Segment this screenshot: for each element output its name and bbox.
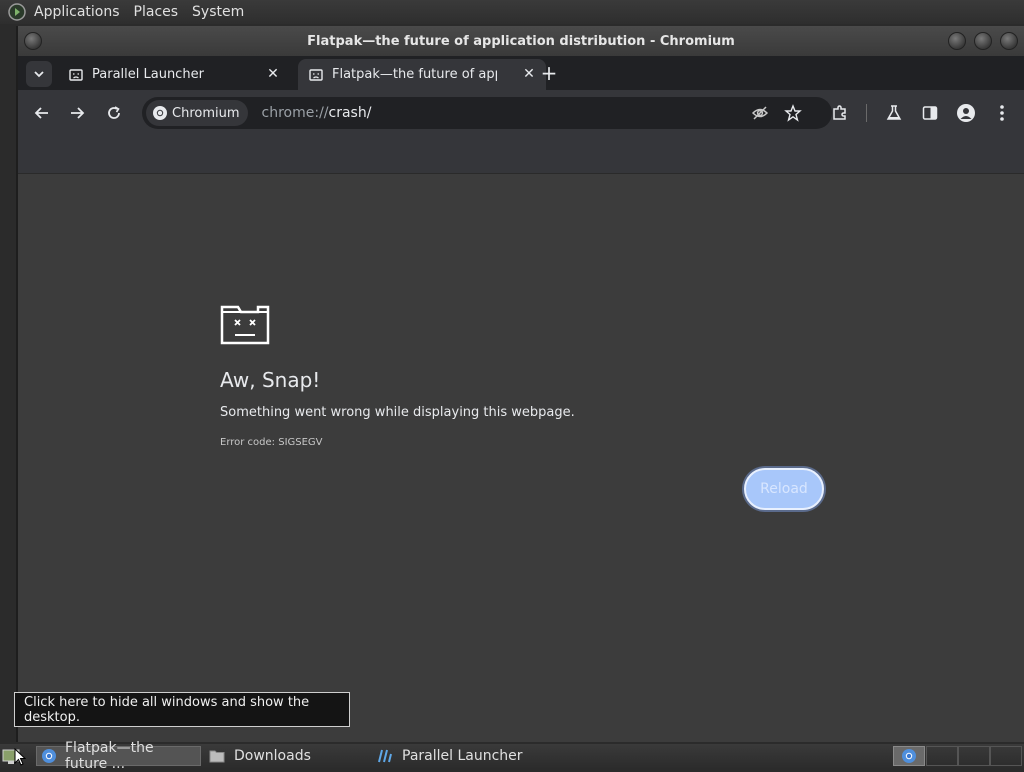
system-logo-icon[interactable] xyxy=(6,1,28,23)
menu-applications[interactable]: Applications xyxy=(34,4,120,20)
error-message: Something went wrong while displaying th… xyxy=(220,405,575,420)
reload-button[interactable]: Reload xyxy=(744,468,824,510)
workspace-switcher[interactable] xyxy=(893,746,925,766)
eye-off-icon xyxy=(751,106,769,120)
maximize-button[interactable] xyxy=(974,32,992,50)
tab-search-button[interactable] xyxy=(26,61,52,87)
taskbar-item-label: Parallel Launcher xyxy=(402,748,523,764)
url-host: crash/ xyxy=(328,105,372,121)
back-button[interactable] xyxy=(30,101,54,125)
side-panel-icon xyxy=(922,106,938,120)
menu-system[interactable]: System xyxy=(192,4,244,20)
tab-parallel-launcher[interactable]: Parallel Launcher ✕ xyxy=(58,59,290,90)
chevron-down-icon xyxy=(34,71,44,78)
chromium-icon xyxy=(902,749,916,763)
page-content: Aw, Snap! Something went wrong while dis… xyxy=(18,175,1024,742)
chromium-icon xyxy=(41,748,57,764)
bookmarks-bar xyxy=(18,136,1024,174)
refresh-icon xyxy=(108,106,120,119)
url-scheme: chrome:// xyxy=(261,105,329,121)
tab-flatpak[interactable]: Flatpak—the future of applic ✕ xyxy=(298,59,546,90)
taskbar-item-label: Downloads xyxy=(234,748,311,764)
menu-places[interactable]: Places xyxy=(134,4,179,20)
labs-button[interactable] xyxy=(882,101,906,125)
bookmark-button[interactable] xyxy=(781,101,805,125)
flask-icon xyxy=(886,105,902,120)
reload-toolbar-button[interactable] xyxy=(102,101,126,125)
window-menu-button[interactable] xyxy=(24,32,42,50)
tab-close-icon[interactable]: ✕ xyxy=(520,65,538,83)
mouse-cursor-icon xyxy=(14,747,27,770)
taskbar-item-parallel-launcher[interactable]: Parallel Launcher xyxy=(372,746,552,766)
sad-tab-icon xyxy=(68,67,84,83)
more-vertical-icon xyxy=(1000,105,1004,121)
arrow-right-icon xyxy=(71,107,85,119)
workspace-3[interactable] xyxy=(958,746,990,766)
parallel-launcher-icon xyxy=(376,748,394,764)
toolbar: Chromium chrome://crash/ xyxy=(18,90,1024,136)
tab-close-icon[interactable]: ✕ xyxy=(264,65,282,83)
site-info-chip[interactable]: Chromium xyxy=(146,100,248,126)
tab-strip: Parallel Launcher ✕ Flatpak—the future o… xyxy=(18,56,1024,90)
star-icon xyxy=(784,104,802,122)
titlebar[interactable]: Flatpak—the future of application distri… xyxy=(18,26,1024,56)
taskbar-item-flatpak[interactable]: Flatpak—the future ... xyxy=(36,740,201,772)
arrow-left-icon xyxy=(34,107,48,119)
puzzle-icon xyxy=(833,105,846,120)
profile-icon xyxy=(957,104,975,122)
site-chip-label: Chromium xyxy=(172,105,240,121)
extensions-button[interactable] xyxy=(828,101,852,125)
bottom-panel: Flatpak—the future ... Downloads Paralle… xyxy=(0,740,1024,772)
sad-tab-icon xyxy=(308,67,324,83)
url-text[interactable]: chrome://crash/ xyxy=(262,105,372,121)
toolbar-divider xyxy=(866,104,867,122)
chromium-icon xyxy=(153,106,167,120)
browser-window: Flatpak—the future of application distri… xyxy=(16,26,1024,742)
taskbar-item-downloads[interactable]: Downloads xyxy=(204,746,364,766)
top-panel: Applications Places System xyxy=(0,0,1024,24)
tracking-protection-button[interactable] xyxy=(748,101,772,125)
side-panel-button[interactable] xyxy=(918,101,942,125)
window-title: Flatpak—the future of application distri… xyxy=(307,33,735,49)
tab-label: Parallel Launcher xyxy=(92,67,204,82)
new-tab-button[interactable]: + xyxy=(538,61,560,85)
taskbar-item-label: Flatpak—the future ... xyxy=(65,740,154,772)
tab-label: Flatpak—the future of applic xyxy=(332,67,497,82)
show-desktop-tooltip: Click here to hide all windows and show … xyxy=(14,692,350,727)
profile-button[interactable] xyxy=(954,101,978,125)
omnibox[interactable]: Chromium chrome://crash/ xyxy=(142,97,832,129)
close-window-button[interactable] xyxy=(1000,32,1018,50)
sad-tab-icon xyxy=(220,303,270,349)
workspace-2[interactable] xyxy=(926,746,958,766)
error-heading: Aw, Snap! xyxy=(220,368,321,392)
minimize-button[interactable] xyxy=(948,32,966,50)
error-code: Error code: SIGSEGV xyxy=(220,437,323,448)
forward-button[interactable] xyxy=(65,101,89,125)
folder-icon xyxy=(208,748,226,764)
workspace-4[interactable] xyxy=(990,746,1022,766)
menu-button[interactable] xyxy=(990,101,1014,125)
